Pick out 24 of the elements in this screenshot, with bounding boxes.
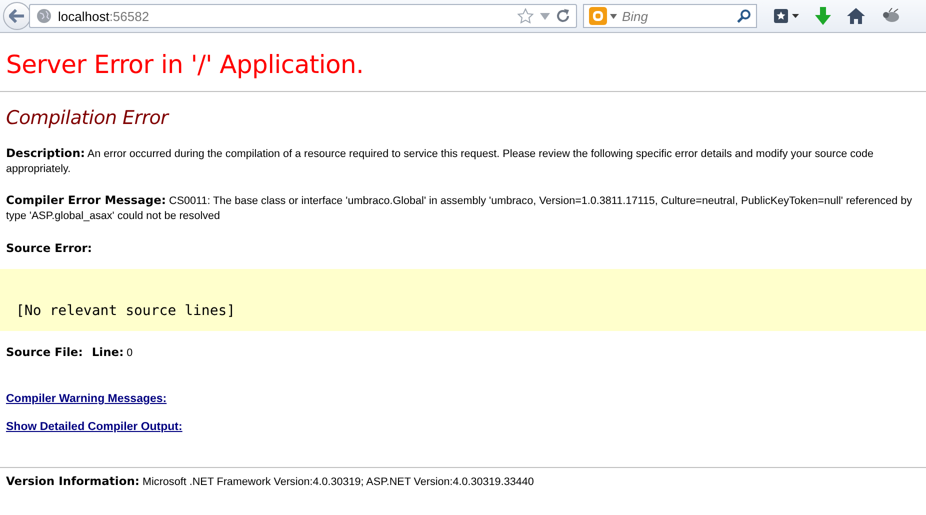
source-file-text: Source File: Line: 0 <box>6 345 134 361</box>
error-message-text: Compiler Error Message: CS0011: The base class or interface 'umbraco.Global' in assembly 'umbraco, Version=1.0.3811.17115, Culture=neutral, PublicKeyToken=null' referenced by type 'ASP.global_asax' could not be resolved <box>6 193 913 224</box>
star-icon[interactable] <box>517 8 534 24</box>
bookmarks-icon[interactable] <box>773 8 799 24</box>
back-arrow-icon <box>9 9 25 23</box>
address-field[interactable]: localhost:56582 <box>29 4 577 28</box>
search-bar[interactable]: Bing <box>583 4 757 28</box>
version-text: Version Information: Microsoft .NET Framework Version:4.0.30319; ASP.NET Version:4.0.30319.33440 <box>6 474 535 490</box>
address-text: localhost:56582 <box>58 8 150 24</box>
link[interactable]: Compiler Warning Messages: <box>6 393 167 405</box>
description-text: Description: An error occurred during the compilation of a resource required to service this request. Please review the following specific error details and modify your source code appropriately. <box>6 146 875 177</box>
download-arrow-icon[interactable] <box>815 7 831 25</box>
search-field[interactable]: Bing <box>620 8 734 24</box>
reload-icon[interactable] <box>556 9 570 23</box>
link[interactable]: Show Detailed Compiler Output: <box>6 421 182 433</box>
page-title: Server Error in '/' Application. <box>6 50 364 79</box>
home-icon[interactable] <box>847 8 865 24</box>
dropdown-icon[interactable] <box>540 12 550 20</box>
back-button[interactable] <box>3 2 31 30</box>
source-error-label: Source Error: <box>6 241 92 255</box>
error-heading: Compilation Error <box>6 107 168 129</box>
caret-icon[interactable] <box>610 14 617 18</box>
source-code-text: [No relevant source lines] <box>16 303 236 319</box>
search-icon[interactable] <box>737 9 751 23</box>
